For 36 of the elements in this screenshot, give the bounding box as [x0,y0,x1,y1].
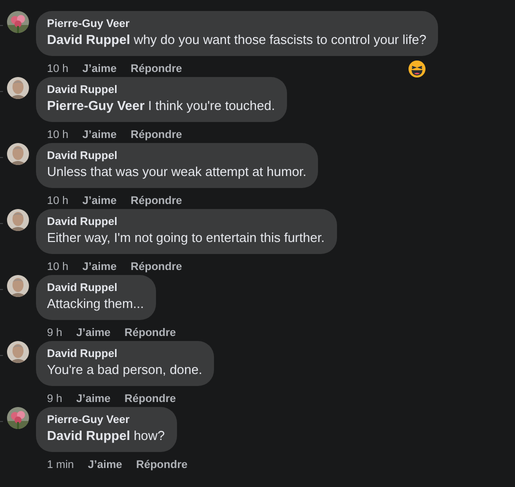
reply-link[interactable]: Répondre [130,129,182,141]
comment-text: David Ruppel how? [47,427,165,444]
like-link[interactable]: J’aime [76,327,111,339]
like-link[interactable]: J’aime [76,393,111,405]
reply-link[interactable]: Répondre [130,261,182,273]
author-name[interactable]: David Ruppel [47,216,325,228]
like-link[interactable]: J’aime [88,459,122,471]
comment-text: Either way, I'm not going to entertain this further. [47,229,325,246]
like-link[interactable]: J’aime [82,261,117,273]
reply-link[interactable]: Répondre [130,195,182,207]
timestamp: 10 h [47,195,68,207]
author-name[interactable]: David Ruppel [47,84,275,96]
author-name[interactable]: David Ruppel [47,348,202,360]
comment-text: David Ruppel why do you want those fascists to control your life? [47,31,426,48]
timestamp: 9 h [47,327,62,339]
reply-link[interactable]: Répondre [130,63,182,75]
laughing-emoji-icon[interactable] [408,60,426,78]
comment-text: You're a bad person, done. [47,361,202,378]
timestamp: 10 h [47,261,68,273]
author-name[interactable]: David Ruppel [47,282,144,294]
comment-text: Attacking them... [47,295,144,312]
reply-link[interactable]: Répondre [136,459,188,471]
timestamp: 9 h [47,393,62,405]
comment-text: Unless that was your weak attempt at humor. [47,163,306,180]
comment-text: Pierre-Guy Veer I think you're touched. [47,97,275,114]
timestamp: 10 h [47,129,68,141]
timestamp: 1 min [47,459,74,471]
like-link[interactable]: J’aime [82,63,117,75]
like-link[interactable]: J’aime [82,129,117,141]
author-name[interactable]: Pierre-Guy Veer [47,414,165,426]
author-name[interactable]: David Ruppel [47,150,306,162]
like-link[interactable]: J’aime [82,195,117,207]
reply-link[interactable]: Répondre [124,327,176,339]
author-name[interactable]: Pierre-Guy Veer [47,18,426,30]
timestamp: 10 h [47,63,68,75]
reply-link[interactable]: Répondre [124,393,176,405]
